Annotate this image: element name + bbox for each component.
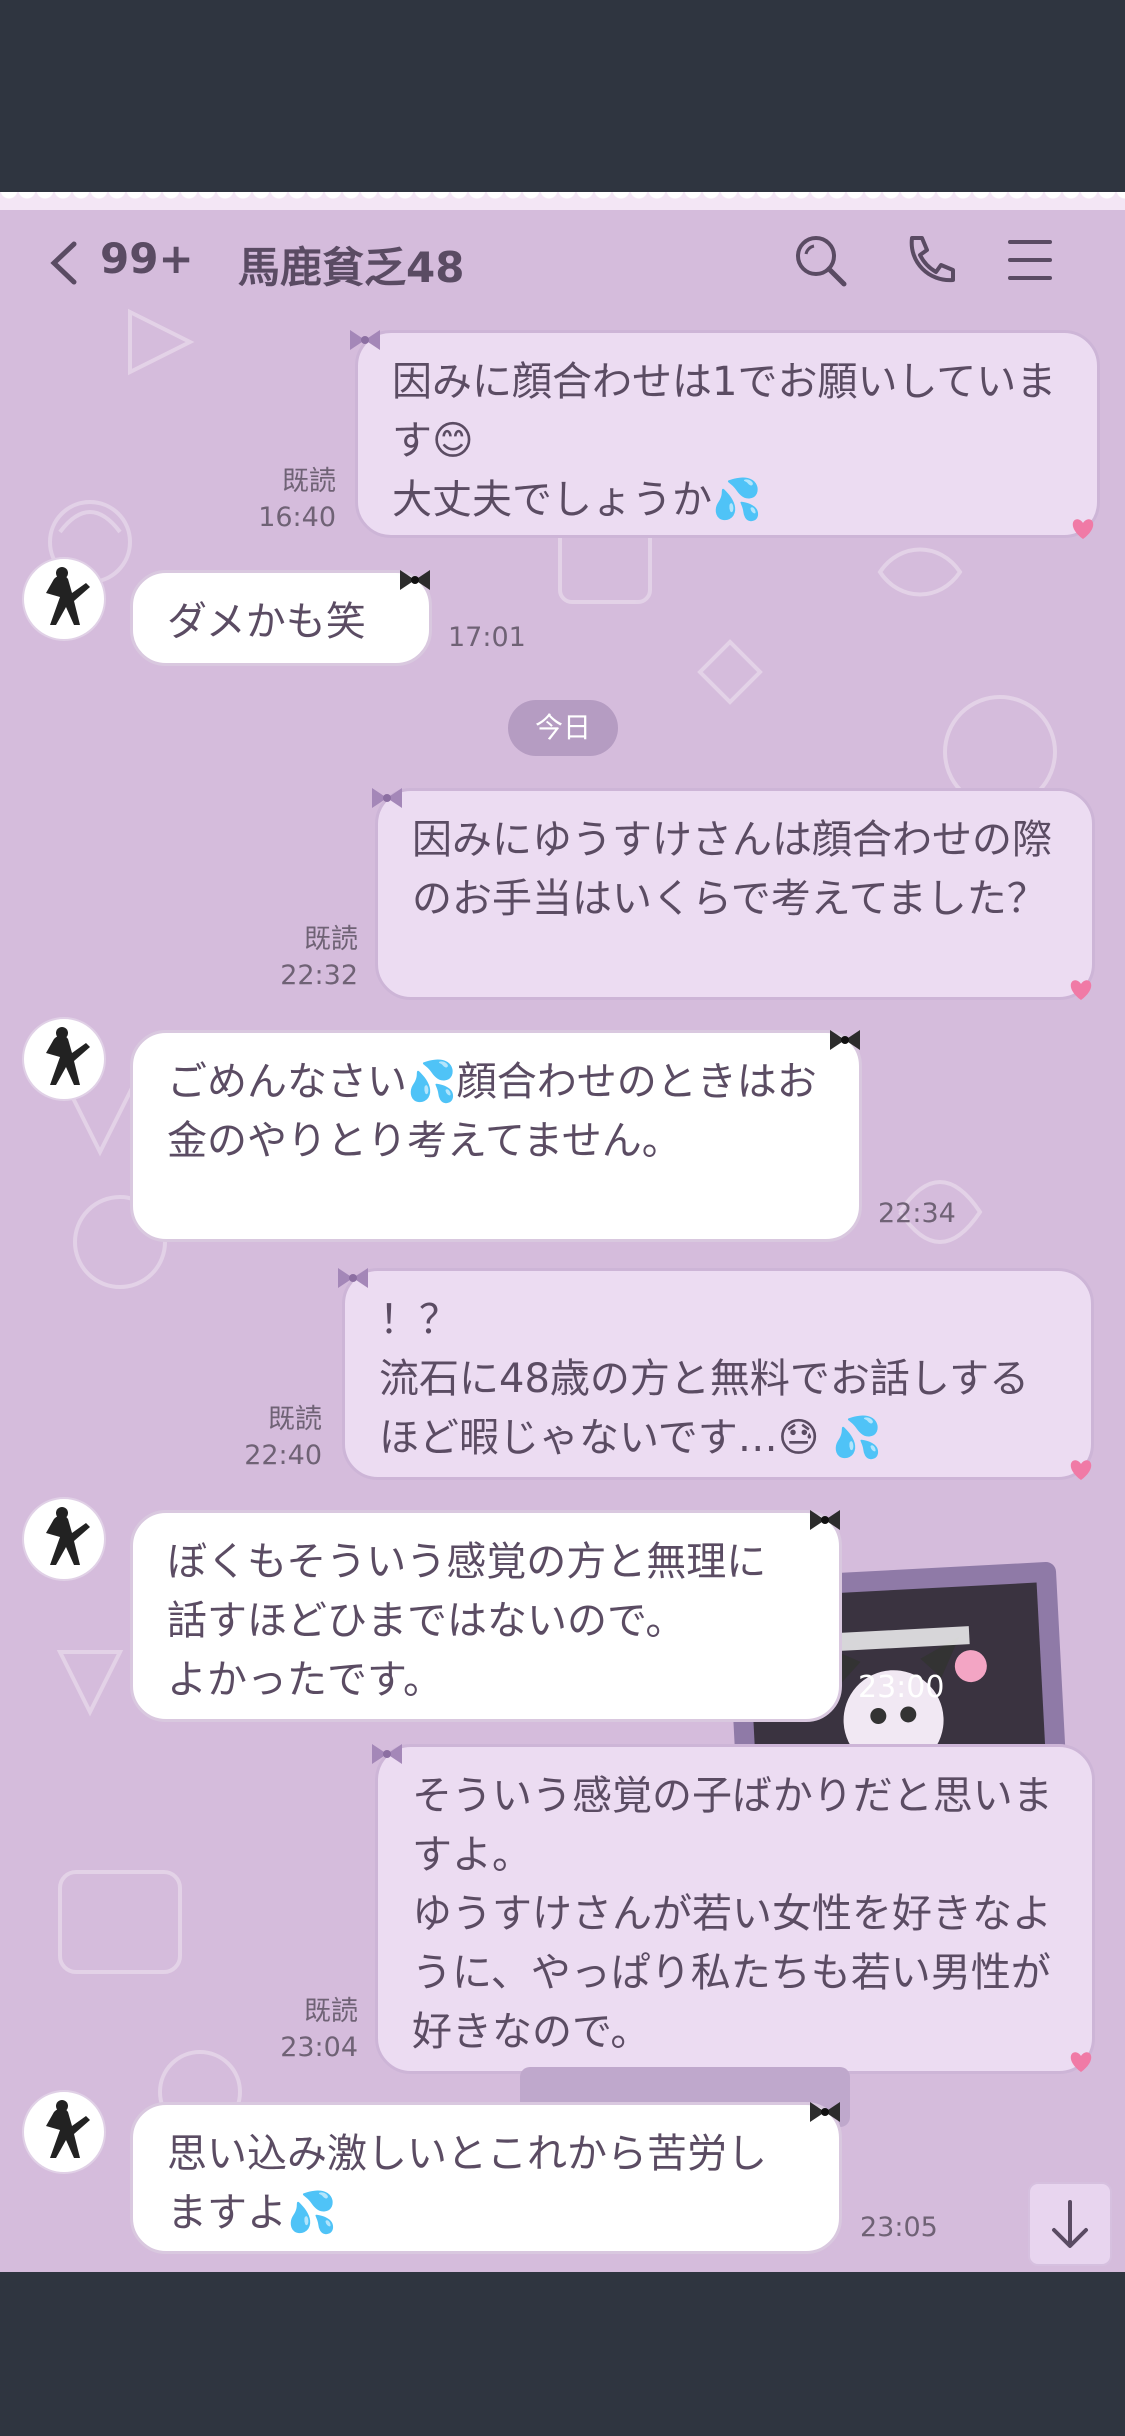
avatar[interactable]	[22, 1017, 106, 1101]
sticker-time: 23:00	[858, 1670, 945, 1705]
message-time: 23:04	[280, 2032, 358, 2063]
heart-icon	[1072, 519, 1094, 539]
bow-icon	[372, 788, 402, 808]
incoming-message-bubble[interactable]: 思い込み激しいとこれから苦労しますよ💦	[130, 2102, 842, 2254]
message-meta: 既読 22:32	[262, 922, 358, 994]
heart-icon	[1070, 980, 1092, 1000]
outgoing-message-bubble[interactable]: 因みにゆうすけさんは顔合わせの際のお手当はいくらで考えてました？	[375, 788, 1095, 1000]
message-time: 22:40	[244, 1440, 322, 1471]
outgoing-message-bubble[interactable]: そういう感覚の子ばかりだと思いますよ。 ゆうすけさんが若い女性を好きなように、や…	[375, 1744, 1095, 2074]
heart-icon	[1070, 1460, 1092, 1480]
message-time: 22:34	[878, 1198, 956, 1229]
read-receipt: 既読	[304, 1996, 358, 2027]
bow-icon	[350, 330, 380, 350]
bow-icon	[338, 1268, 368, 1288]
read-receipt: 既読	[268, 1404, 322, 1435]
incoming-message-bubble[interactable]: ごめんなさい💦顔合わせのときはお金のやりとり考えてません。	[130, 1030, 862, 1242]
bow-icon	[400, 570, 430, 590]
message-meta: 既読 22:40	[226, 1402, 322, 1474]
avatar[interactable]	[22, 557, 106, 641]
avatar[interactable]	[22, 2090, 106, 2174]
message-time: 22:32	[280, 960, 358, 991]
menu-icon[interactable]	[1002, 232, 1058, 288]
bow-icon	[372, 1744, 402, 1764]
outgoing-message-bubble[interactable]: 因みに顔合わせは1でお願いしています😊 大丈夫でしょうか💦	[355, 330, 1100, 538]
bow-icon	[810, 2102, 840, 2122]
message-time: 17:01	[448, 622, 526, 653]
lace-border	[0, 192, 1125, 210]
scroll-to-bottom-button[interactable]	[1028, 2182, 1112, 2266]
back-chevron-icon[interactable]	[44, 240, 84, 286]
bow-icon	[810, 1510, 840, 1530]
outgoing-message-bubble[interactable]: ！？ 流石に48歳の方と無料でお話しするほど暇じゃないです…😓 💦	[342, 1268, 1094, 1480]
read-receipt: 既読	[282, 466, 336, 497]
chat-screen: 99+ 馬鹿貧乏48 既読 16:40 因みに顔合わせは1でお願いしています😊 …	[0, 192, 1125, 2272]
arrow-down-icon	[1052, 2200, 1088, 2248]
date-separator: 今日	[508, 700, 618, 756]
message-meta: 既読 23:04	[262, 1994, 358, 2066]
chat-title: 馬鹿貧乏48	[238, 243, 465, 292]
incoming-message-bubble[interactable]: ダメかも笑	[130, 570, 432, 666]
unread-count[interactable]: 99+	[100, 234, 194, 283]
message-time: 16:40	[258, 502, 336, 533]
message-time: 23:05	[860, 2212, 938, 2243]
bow-icon	[830, 1030, 860, 1050]
phone-icon[interactable]	[900, 232, 956, 288]
heart-icon	[1070, 2052, 1092, 2072]
chat-header: 99+ 馬鹿貧乏48	[0, 210, 1125, 310]
message-meta: 既読 16:40	[240, 464, 336, 536]
avatar[interactable]	[22, 1497, 106, 1581]
read-receipt: 既読	[304, 924, 358, 955]
incoming-message-bubble[interactable]: ぼくもそういう感覚の方と無理に話すほどひまではないので。 よかったです。	[130, 1510, 842, 1722]
search-icon[interactable]	[792, 232, 848, 288]
